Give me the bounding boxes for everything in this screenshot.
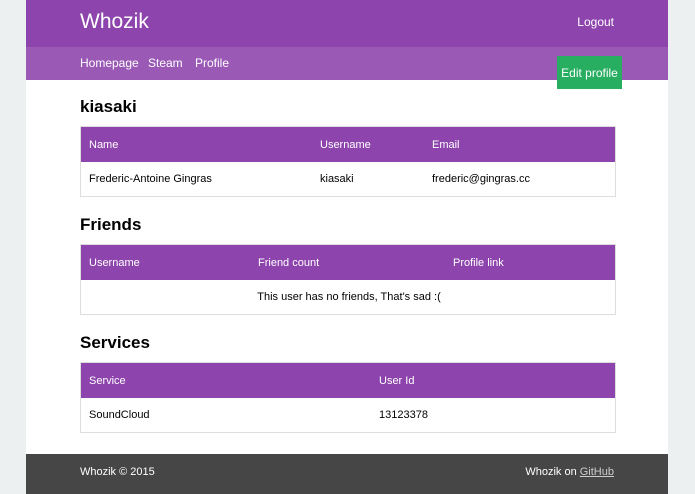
logout-link[interactable]: Logout bbox=[577, 15, 614, 29]
sub-navbar: Homepage Steam Profile Edit profile bbox=[26, 47, 668, 89]
column-header-service: Service bbox=[89, 374, 126, 387]
column-header-username: Username bbox=[320, 138, 371, 151]
footer-github-text: Whozik on GitHub bbox=[525, 466, 614, 478]
column-header-user-id: User Id bbox=[379, 374, 415, 387]
cell-username: kiasaki bbox=[320, 173, 354, 185]
friends-table: Username Friend count Profile link This … bbox=[80, 244, 616, 315]
user-info-table: Name Username Email Frederic-Antoine Gin… bbox=[80, 126, 616, 197]
column-header-name: Name bbox=[89, 138, 119, 151]
footer-copyright: Whozik © 2015 bbox=[80, 466, 155, 478]
column-header-email: Email bbox=[432, 138, 460, 151]
cell-name: Frederic-Antoine Gingras bbox=[89, 173, 212, 185]
nav-profile-link[interactable]: Profile bbox=[195, 56, 229, 70]
top-navbar: Whozik Logout bbox=[26, 0, 668, 47]
table-header-row: Name Username Email bbox=[81, 127, 615, 162]
page-container: Whozik Logout Homepage Steam Profile Edi… bbox=[26, 0, 668, 494]
column-header-profile-link: Profile link bbox=[453, 256, 504, 269]
empty-friends-message: This user has no friends, That's sad :( bbox=[257, 291, 441, 303]
edit-profile-button[interactable]: Edit profile bbox=[557, 56, 622, 89]
brand-logo-link[interactable]: Whozik bbox=[80, 10, 149, 34]
username-heading: kiasaki bbox=[80, 97, 137, 116]
services-table: Service User Id SoundCloud 13123378 bbox=[80, 362, 616, 433]
cell-service: SoundCloud bbox=[89, 409, 150, 421]
github-link[interactable]: GitHub bbox=[580, 466, 614, 478]
cell-user-id: 13123378 bbox=[379, 409, 428, 421]
table-row: This user has no friends, That's sad :( bbox=[81, 280, 615, 314]
table-header-row: Service User Id bbox=[81, 363, 615, 398]
footer-on-prefix: Whozik on bbox=[525, 466, 580, 478]
table-row: Frederic-Antoine Gingras kiasaki frederi… bbox=[81, 162, 615, 196]
table-row: SoundCloud 13123378 bbox=[81, 398, 615, 432]
nav-homepage-link[interactable]: Homepage bbox=[80, 56, 139, 70]
services-heading: Services bbox=[80, 333, 150, 352]
footer: Whozik © 2015 Whozik on GitHub bbox=[26, 454, 668, 494]
nav-steam-link[interactable]: Steam bbox=[148, 56, 183, 70]
table-header-row: Username Friend count Profile link bbox=[81, 245, 615, 280]
friends-heading: Friends bbox=[80, 215, 142, 234]
column-header-username: Username bbox=[89, 256, 140, 269]
column-header-friend-count: Friend count bbox=[258, 256, 320, 269]
cell-email: frederic@gingras.cc bbox=[432, 173, 530, 185]
